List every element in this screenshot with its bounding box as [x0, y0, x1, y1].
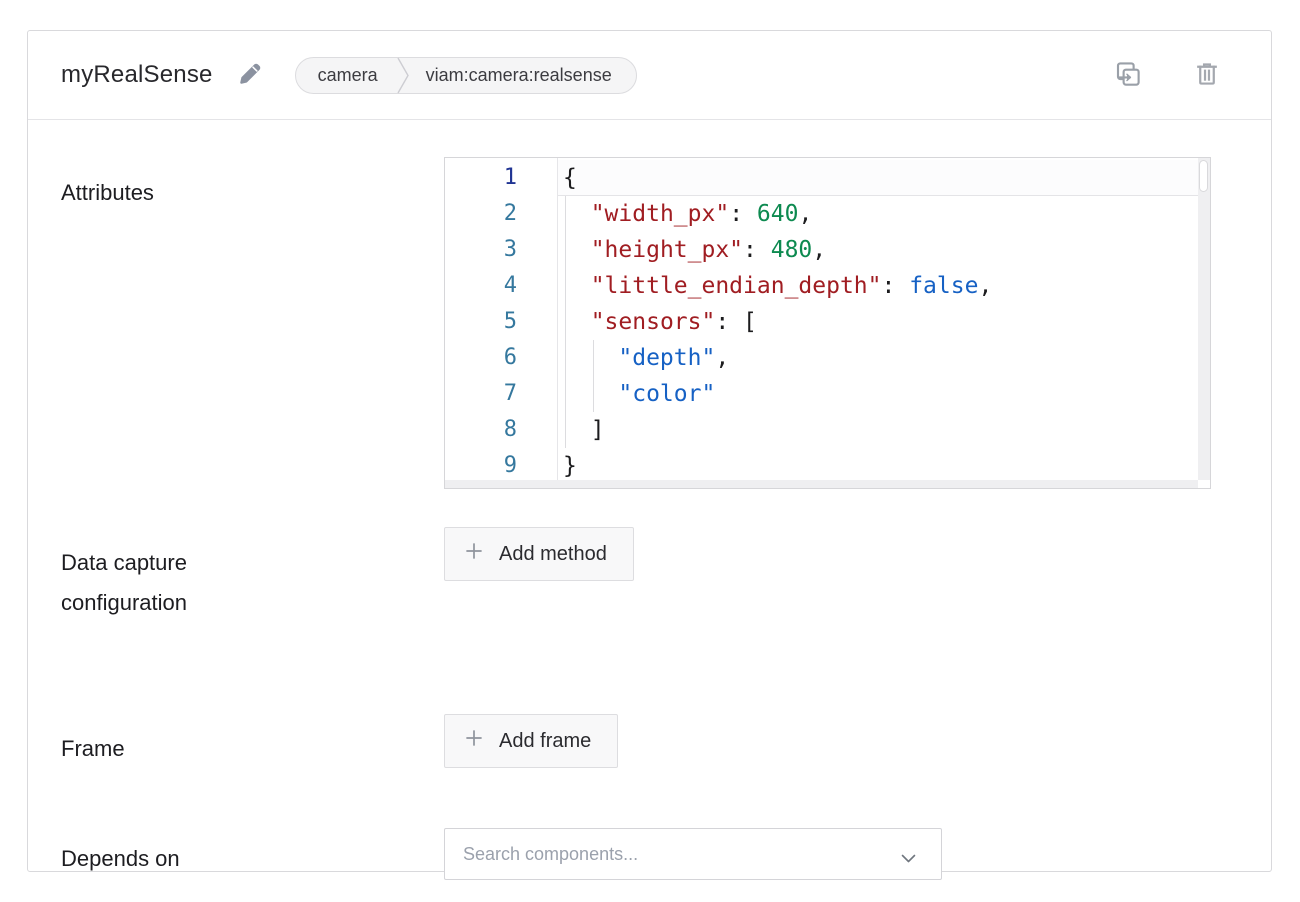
data-capture-section: Data capture configuration Add method: [61, 527, 1271, 623]
code-text: "depth",: [557, 340, 1210, 376]
header-actions: [1111, 57, 1223, 94]
frame-label: Frame: [61, 714, 444, 769]
depends-on-section: Depends on: [61, 828, 1271, 880]
code-line[interactable]: 9}: [445, 448, 1210, 484]
plus-icon: [465, 729, 483, 753]
indent-guide: [565, 196, 566, 448]
line-number: 4: [445, 268, 557, 304]
component-category: camera: [296, 65, 396, 86]
code-lines: 1{2 "width_px": 640,3 "height_px": 480,4…: [445, 158, 1210, 484]
code-line[interactable]: 1{: [445, 160, 1210, 196]
attributes-label: Attributes: [61, 157, 444, 489]
line-number: 5: [445, 304, 557, 340]
indent-guide: [593, 340, 594, 412]
line-number: 8: [445, 412, 557, 448]
depends-on-label: Depends on: [61, 828, 444, 880]
breadcrumb-chevron-icon: [396, 57, 410, 94]
code-line[interactable]: 5 "sensors": [: [445, 304, 1210, 340]
editor-horizontal-scrollbar[interactable]: [445, 480, 1198, 488]
line-number: 7: [445, 376, 557, 412]
plus-icon: [465, 542, 483, 566]
code-text: "little_endian_depth": false,: [557, 268, 1210, 304]
code-text: }: [557, 448, 1210, 484]
editor-vertical-scrollbar[interactable]: [1198, 158, 1210, 480]
code-text: "sensors": [: [557, 304, 1210, 340]
data-capture-label: Data capture configuration: [61, 527, 444, 623]
code-text: {: [557, 160, 1210, 196]
code-text: ]: [557, 412, 1210, 448]
code-line[interactable]: 8 ]: [445, 412, 1210, 448]
code-line[interactable]: 3 "height_px": 480,: [445, 232, 1210, 268]
search-components-input[interactable]: [444, 828, 942, 880]
code-text: "width_px": 640,: [557, 196, 1210, 232]
line-number: 9: [445, 448, 557, 484]
code-line[interactable]: 2 "width_px": 640,: [445, 196, 1210, 232]
frame-section: Frame Add frame: [61, 714, 1271, 769]
duplicate-icon: [1113, 59, 1143, 92]
component-type-badge: camera viam:camera:realsense: [295, 57, 637, 94]
trash-icon: [1193, 60, 1221, 91]
depends-on-select: [444, 828, 942, 880]
line-number: 2: [445, 196, 557, 232]
component-config-card: myRealSense camera viam:camera:realsense: [27, 30, 1272, 872]
card-header: myRealSense camera viam:camera:realsense: [28, 31, 1271, 120]
card-body: Attributes 1{2 "width_px": 640,3 "height…: [28, 157, 1271, 880]
add-method-label: Add method: [499, 543, 607, 566]
code-text: "color": [557, 376, 1210, 412]
attributes-json-editor[interactable]: 1{2 "width_px": 640,3 "height_px": 480,4…: [444, 157, 1211, 489]
code-line[interactable]: 7 "color": [445, 376, 1210, 412]
pencil-icon: [237, 61, 263, 90]
code-text: "height_px": 480,: [557, 232, 1210, 268]
code-line[interactable]: 6 "depth",: [445, 340, 1210, 376]
add-method-button[interactable]: Add method: [444, 527, 634, 581]
add-frame-button[interactable]: Add frame: [444, 714, 618, 768]
rename-button[interactable]: [235, 59, 265, 92]
code-line[interactable]: 4 "little_endian_depth": false,: [445, 268, 1210, 304]
component-name: myRealSense: [61, 61, 213, 89]
component-model: viam:camera:realsense: [410, 65, 612, 86]
scrollbar-thumb[interactable]: [1199, 160, 1208, 192]
line-number: 3: [445, 232, 557, 268]
gutter-divider: [557, 158, 558, 480]
duplicate-button[interactable]: [1111, 57, 1145, 94]
line-number: 6: [445, 340, 557, 376]
line-number: 1: [445, 160, 557, 196]
add-frame-label: Add frame: [499, 730, 591, 753]
attributes-section: Attributes 1{2 "width_px": 640,3 "height…: [61, 157, 1271, 489]
delete-button[interactable]: [1191, 58, 1223, 93]
